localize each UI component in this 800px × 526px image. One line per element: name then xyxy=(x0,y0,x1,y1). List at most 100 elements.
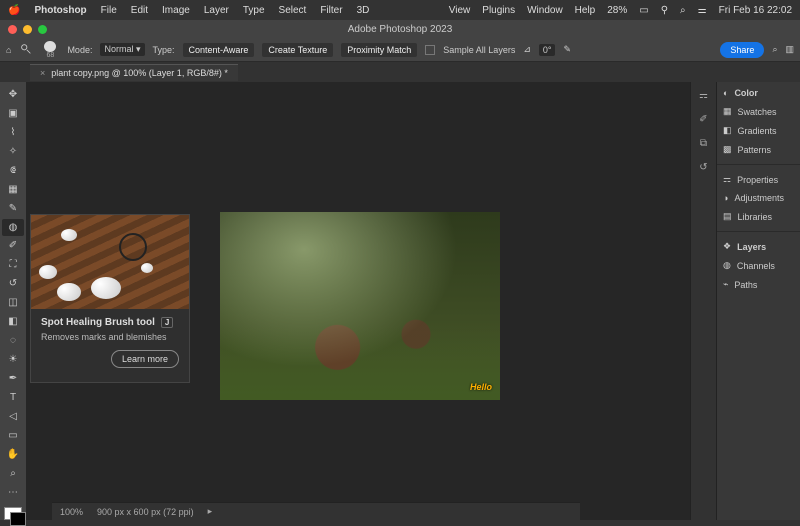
channels-icon: ◍ xyxy=(723,260,731,271)
canvas-area: Spot Healing Brush toolJ Removes marks a… xyxy=(26,82,690,520)
menu-select[interactable]: Select xyxy=(279,5,307,16)
search-icon[interactable]: ⌕ xyxy=(772,44,777,55)
panel-libraries[interactable]: ▤Libraries xyxy=(723,209,794,224)
clone-ribbon-icon[interactable]: ⧉ xyxy=(695,134,713,152)
panels-dock: ◐Color ▦Swatches ◧Gradients ▩Patterns ⚎P… xyxy=(716,82,800,520)
zoom-tool-icon[interactable]: ⌕ xyxy=(2,465,24,482)
zoom-level[interactable]: 100% xyxy=(60,507,83,517)
workspace-icon[interactable]: ▥ xyxy=(785,44,794,55)
close-tab-icon[interactable]: × xyxy=(40,68,45,78)
blur-tool-icon[interactable]: ◌ xyxy=(2,332,24,349)
mac-menu-bar: 🍎 Photoshop File Edit Image Layer Type S… xyxy=(0,0,800,20)
path-tool-icon[interactable]: ◁ xyxy=(2,408,24,425)
tool-tooltip: Spot Healing Brush toolJ Removes marks a… xyxy=(30,214,190,383)
panel-patterns[interactable]: ▩Patterns xyxy=(723,142,794,157)
dodge-tool-icon[interactable]: ☀ xyxy=(2,351,24,368)
battery-label: 28% xyxy=(607,5,627,16)
tooltip-title: Spot Healing Brush tool xyxy=(41,317,155,328)
share-button[interactable]: Share xyxy=(720,42,764,58)
menu-image[interactable]: Image xyxy=(162,5,190,16)
control-center-icon[interactable]: ⚌ xyxy=(698,5,707,16)
type-tool-icon[interactable]: T xyxy=(2,389,24,406)
eraser-tool-icon[interactable]: ◫ xyxy=(2,294,24,311)
stamp-tool-icon[interactable]: ⛶ xyxy=(2,256,24,273)
panel-paths[interactable]: ⌁Paths xyxy=(723,277,794,292)
type-content-aware[interactable]: Content-Aware xyxy=(183,43,255,57)
spot-heal-tool-icon[interactable]: ◍ xyxy=(2,219,24,236)
learn-more-button[interactable]: Learn more xyxy=(111,350,179,368)
frame-tool-icon[interactable]: ▦ xyxy=(2,181,24,198)
eyedropper-tool-icon[interactable]: ✎ xyxy=(2,200,24,217)
history-ribbon-icon[interactable]: ↺ xyxy=(695,158,713,176)
clock[interactable]: Fri Feb 16 22:02 xyxy=(719,5,792,16)
menu-3d[interactable]: 3D xyxy=(357,5,370,16)
tab-title: plant copy.png @ 100% (Layer 1, RGB/8#) … xyxy=(51,68,228,78)
status-chevron-icon[interactable]: ▸ xyxy=(208,506,213,517)
window-title: Adobe Photoshop 2023 xyxy=(0,24,800,35)
type-proximity-match[interactable]: Proximity Match xyxy=(341,43,417,57)
battery-icon: ▭ xyxy=(639,5,648,16)
color-swatch-icon[interactable] xyxy=(4,507,22,520)
sample-all-label: Sample All Layers xyxy=(443,45,515,55)
angle-field[interactable]: 0° xyxy=(539,44,556,56)
panel-gradients[interactable]: ◧Gradients xyxy=(723,123,794,138)
panel-channels[interactable]: ◍Channels xyxy=(723,258,794,273)
menu-view[interactable]: View xyxy=(449,5,471,16)
brush-preview[interactable]: 68 xyxy=(41,41,59,59)
type-label: Type: xyxy=(153,45,175,55)
tool-preset-icon[interactable] xyxy=(19,42,33,58)
history-brush-tool-icon[interactable]: ↺ xyxy=(2,275,24,292)
menu-edit[interactable]: Edit xyxy=(131,5,148,16)
panel-properties[interactable]: ⚎Properties xyxy=(723,172,794,187)
swatches-icon: ▦ xyxy=(723,106,732,117)
marquee-tool-icon[interactable]: ▣ xyxy=(2,105,24,122)
properties-ribbon-icon[interactable]: ⚎ xyxy=(695,86,713,104)
mode-select[interactable]: Normal ▾ xyxy=(100,43,144,56)
color-wheel-icon: ◐ xyxy=(723,88,728,98)
pen-tool-icon[interactable]: ✒ xyxy=(2,370,24,387)
menu-file[interactable]: File xyxy=(101,5,117,16)
menu-window[interactable]: Window xyxy=(527,5,563,16)
menu-type[interactable]: Type xyxy=(243,5,265,16)
window-titlebar: Adobe Photoshop 2023 xyxy=(0,20,800,38)
menu-help[interactable]: Help xyxy=(575,5,596,16)
panel-adjustments[interactable]: ◑Adjustments xyxy=(723,191,794,205)
libraries-icon: ▤ xyxy=(723,211,732,222)
properties-icon: ⚎ xyxy=(723,174,731,185)
crop-tool-icon[interactable]: ⟃ xyxy=(2,162,24,179)
canvas-watermark: Hello xyxy=(470,382,492,392)
home-icon[interactable]: ⌂ xyxy=(6,45,11,55)
menu-layer[interactable]: Layer xyxy=(204,5,229,16)
document-tab[interactable]: × plant copy.png @ 100% (Layer 1, RGB/8#… xyxy=(30,64,238,81)
gradients-icon: ◧ xyxy=(723,125,732,136)
apple-icon[interactable]: 🍎 xyxy=(8,5,20,16)
menu-plugins[interactable]: Plugins xyxy=(482,5,515,16)
move-tool-icon[interactable]: ✥ xyxy=(2,86,24,103)
menu-filter[interactable]: Filter xyxy=(320,5,342,16)
sample-all-checkbox[interactable] xyxy=(425,45,435,55)
lasso-tool-icon[interactable]: ⌇ xyxy=(2,124,24,141)
options-bar: ⌂ 68 Mode: Normal ▾ Type: Content-Aware … xyxy=(0,38,800,62)
doc-dimensions[interactable]: 900 px x 600 px (72 ppi) xyxy=(97,507,194,517)
mode-label: Mode: xyxy=(67,45,92,55)
shape-tool-icon[interactable]: ▭ xyxy=(2,427,24,444)
brush-tool-icon[interactable]: ✐ xyxy=(2,238,24,255)
spotlight-icon[interactable]: ⌕ xyxy=(680,5,686,16)
hand-tool-icon[interactable]: ✋ xyxy=(2,446,24,463)
tools-panel: ✥ ▣ ⌇ ✧ ⟃ ▦ ✎ ◍ ✐ ⛶ ↺ ◫ ◧ ◌ ☀ ✒ T ◁ ▭ ✋ … xyxy=(0,82,26,520)
collapsed-panels-ribbon: ⚎ ✐ ⧉ ↺ xyxy=(690,82,716,520)
type-create-texture[interactable]: Create Texture xyxy=(262,43,333,57)
brushes-ribbon-icon[interactable]: ✐ xyxy=(695,110,713,128)
wand-tool-icon[interactable]: ✧ xyxy=(2,143,24,160)
app-name[interactable]: Photoshop xyxy=(34,5,86,16)
status-bar: 100% 900 px x 600 px (72 ppi) ▸ xyxy=(52,502,580,520)
panel-swatches[interactable]: ▦Swatches xyxy=(723,104,794,119)
panel-color[interactable]: ◐Color xyxy=(723,86,794,100)
wifi-icon[interactable]: ⚲ xyxy=(661,5,668,16)
layers-icon: ❖ xyxy=(723,241,731,252)
document-canvas[interactable]: Hello xyxy=(220,212,500,400)
extras-icon[interactable]: ⋯ xyxy=(2,484,24,501)
panel-layers[interactable]: ❖Layers xyxy=(723,239,794,254)
gradient-tool-icon[interactable]: ◧ xyxy=(2,313,24,330)
pressure-icon[interactable]: ✎ xyxy=(563,44,571,55)
